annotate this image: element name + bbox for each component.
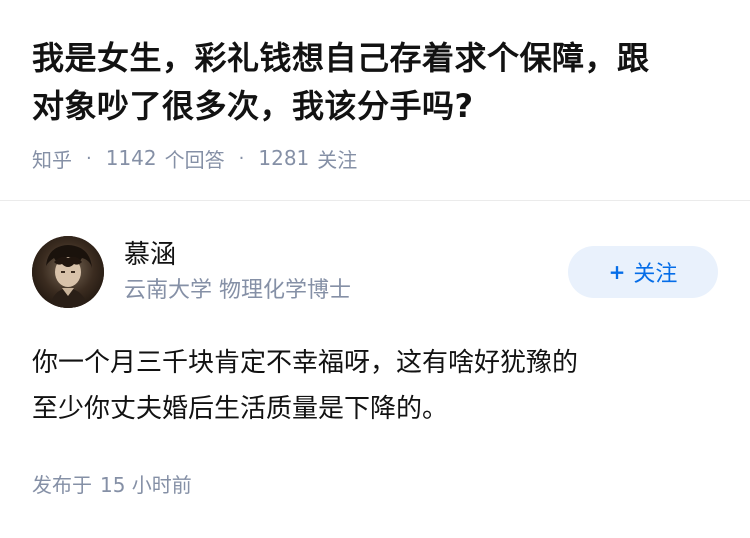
avatar[interactable]	[32, 236, 104, 308]
avatar-portrait-icon	[32, 236, 104, 308]
published-time-value: 15 小时前	[100, 473, 192, 497]
section-divider	[0, 200, 750, 201]
meta-separator: ·	[238, 147, 245, 169]
answer-content[interactable]: 你一个月三千块肯定不幸福呀，这有啥好犹豫的 至少你丈夫婚后生活质量是下降的。	[32, 340, 722, 432]
author-name[interactable]: 慕涵	[124, 238, 176, 272]
question-title-line1[interactable]: 我是女生，彩礼钱想自己存着求个保障，跟	[32, 39, 650, 77]
follow-button-label: 关注	[633, 262, 678, 287]
answer-count: 1142	[105, 146, 157, 170]
follow-count-label: 关注	[317, 147, 358, 172]
answer-line: 至少你丈夫婚后生活质量是下降的。	[32, 394, 449, 424]
question-title[interactable]: 我是女生，彩礼钱想自己存着求个保障，跟 对象吵了很多次，我该分手吗?	[32, 34, 722, 130]
question-meta: 知乎 · 1142 个回答 · 1281 关注	[32, 144, 722, 172]
published-label: 发布于	[32, 473, 92, 497]
follow-button[interactable]: + 关注	[568, 246, 718, 298]
follow-count: 1281	[258, 146, 310, 170]
question-title-line2[interactable]: 对象吵了很多次，我该分手吗?	[32, 87, 474, 125]
question-header: 我是女生，彩礼钱想自己存着求个保障，跟 对象吵了很多次，我该分手吗? 知乎 · …	[32, 34, 722, 172]
meta-separator: ·	[86, 147, 92, 169]
answer-line: 你一个月三千块肯定不幸福呀，这有啥好犹豫的	[32, 348, 579, 378]
plus-icon: +	[608, 260, 626, 284]
source-label[interactable]: 知乎	[32, 144, 72, 173]
author-bio: 云南大学 物理化学博士	[124, 278, 351, 303]
published-time: 发布于 15 小时前	[32, 470, 192, 500]
author-row: 慕涵 云南大学 物理化学博士 + 关注	[32, 236, 718, 310]
answer-count-label: 个回答	[164, 147, 225, 172]
